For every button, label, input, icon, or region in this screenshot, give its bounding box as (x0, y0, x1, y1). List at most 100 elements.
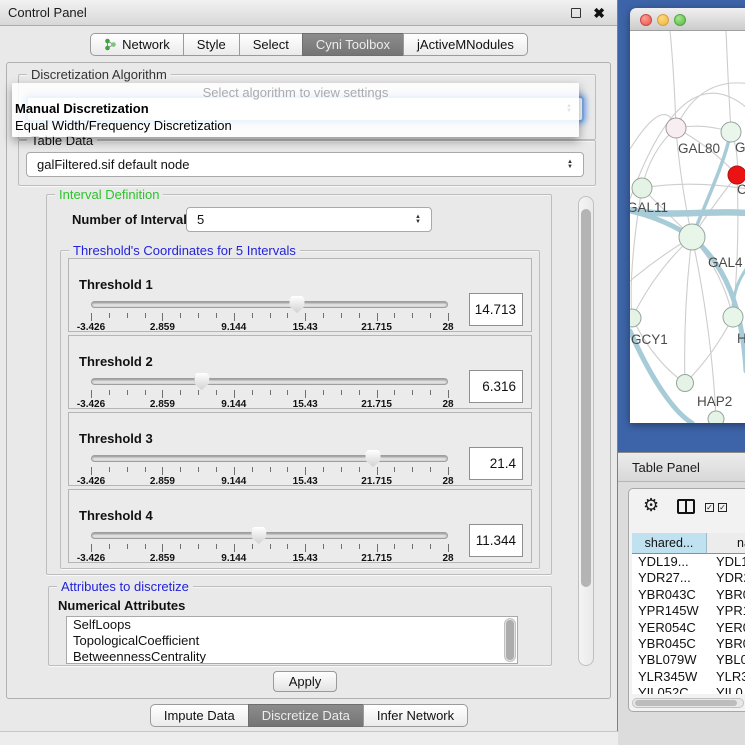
network-node[interactable] (708, 411, 724, 423)
discretization-algorithm-label: Discretization Algorithm (27, 67, 171, 82)
select-all-checkbox-icon[interactable]: ✓ (718, 503, 727, 512)
attributes-group-label: Attributes to discretize (57, 579, 193, 594)
attributes-scrollbar-thumb[interactable] (506, 620, 514, 660)
content-scrollbar-thumb[interactable] (581, 209, 591, 587)
table-row[interactable]: YDL19...YDL1 (632, 554, 745, 570)
tick-mark (394, 467, 395, 472)
apply-button[interactable]: Apply (273, 671, 337, 692)
tick-mark (448, 544, 449, 552)
tab-cyni-toolbox[interactable]: Cyni Toolbox (302, 33, 404, 56)
table-row[interactable]: YBR045CYBR0 (632, 636, 745, 652)
table-body[interactable]: YDL19...YDL1YDR27...YDR2YBR043CYBR0YPR14… (632, 554, 745, 694)
tick-mark (109, 390, 110, 395)
tick-mark (270, 467, 271, 472)
tick-mark (162, 544, 163, 552)
float-window-icon[interactable] (571, 8, 581, 18)
table-row[interactable]: YBL079WYBL0 (632, 652, 745, 668)
network-edge[interactable] (685, 237, 692, 383)
tick-mark (216, 390, 217, 395)
close-icon[interactable]: ✖ (593, 4, 605, 22)
slider-track[interactable] (91, 455, 448, 462)
tick-mark (323, 544, 324, 549)
dropdown-option-equal-width[interactable]: Equal Width/Frequency Discretization (15, 118, 232, 135)
network-edge[interactable] (676, 83, 745, 128)
slider-scale-labels: -3.4262.8599.14415.4321.71528 (91, 553, 448, 565)
network-node-ga[interactable] (721, 122, 741, 142)
slider-handle[interactable] (366, 450, 381, 467)
threshold-3-slider[interactable]: -3.4262.8599.14415.4321.71528 (91, 455, 448, 487)
tick-mark (412, 313, 413, 318)
threshold-4-slider[interactable]: -3.4262.8599.14415.4321.71528 (91, 532, 448, 564)
network-edge[interactable] (632, 237, 692, 318)
table-row[interactable]: YER054CYER0 (632, 620, 745, 636)
cell-shared-name: YBR045C (638, 636, 696, 652)
threshold-2-slider[interactable]: -3.4262.8599.14415.4321.71528 (91, 378, 448, 410)
threshold-1-value-field[interactable]: 14.713 (469, 293, 523, 326)
table-row[interactable]: YLR345WYLR3 (632, 669, 745, 685)
minimize-traffic-light-icon[interactable] (657, 14, 669, 26)
threshold-2-value-field[interactable]: 6.316 (469, 370, 523, 403)
tab-network[interactable]: Network (90, 33, 184, 56)
tick-mark (198, 544, 199, 549)
tab-discretize-data[interactable]: Discretize Data (248, 704, 364, 727)
tab-style[interactable]: Style (183, 33, 240, 56)
content-scrollbar[interactable] (578, 196, 594, 666)
table-row[interactable]: YDR27...YDR2 (632, 570, 745, 586)
tick-mark (377, 544, 378, 552)
dropdown-hint-item[interactable]: Select algorithm to view settings (12, 85, 579, 101)
tab-infer-network[interactable]: Infer Network (363, 704, 468, 727)
tick-mark (359, 390, 360, 395)
network-edge[interactable] (670, 31, 676, 128)
zoom-traffic-light-icon[interactable] (674, 14, 686, 26)
table-horizontal-scrollbar[interactable] (632, 698, 744, 708)
tab-jactivemnodules[interactable]: jActiveMNodules (403, 33, 528, 56)
threshold-4-value-field[interactable]: 11.344 (469, 524, 523, 557)
table-row[interactable]: YPR145WYPR1 (632, 603, 745, 619)
network-node-gal80[interactable] (666, 118, 686, 138)
number-of-intervals-combobox[interactable]: 5 ▲▼ (186, 207, 432, 232)
network-node-gal4[interactable] (679, 224, 705, 250)
numerical-attributes-list[interactable]: SelfLoopsTopologicalCoefficientBetweenne… (66, 616, 518, 664)
slider-track[interactable] (91, 532, 448, 539)
threshold-1-slider[interactable]: -3.4262.8599.14415.4321.71528 (91, 301, 448, 333)
table-row[interactable]: YIL052CYIL0 (632, 685, 745, 694)
slider-scale-labels: -3.4262.8599.14415.4321.71528 (91, 399, 448, 411)
tick-mark (216, 313, 217, 318)
slider-handle[interactable] (251, 527, 266, 544)
table-scrollbar-thumb[interactable] (635, 700, 737, 706)
network-node-gcy1[interactable] (630, 309, 641, 327)
slider-handle[interactable] (290, 296, 305, 313)
network-canvas[interactable]: GAL80GACGAL11GAL4GCY1HHAP2 (630, 31, 745, 423)
table-row[interactable]: YBR043CYBR0 (632, 587, 745, 603)
network-node-hap2[interactable] (677, 375, 694, 392)
network-graph: GAL80GACGAL11GAL4GCY1HHAP2 (630, 31, 745, 423)
threshold-3-value-field[interactable]: 21.4 (469, 447, 523, 480)
top-tab-bar: NetworkStyleSelectCyni ToolboxjActiveMNo… (0, 33, 618, 56)
table-data-combobox[interactable]: galFiltered.sif default node ▲▼ (26, 152, 584, 177)
tab-impute-data[interactable]: Impute Data (150, 704, 249, 727)
network-window-titlebar (630, 8, 745, 31)
attribute-item[interactable]: SelfLoops (67, 617, 517, 633)
tab-select[interactable]: Select (239, 33, 303, 56)
slider-handle[interactable] (194, 373, 209, 390)
cell-shared-name: YDL19... (638, 554, 689, 570)
attributes-scrollbar[interactable] (504, 618, 516, 662)
gear-icon[interactable]: ⚙ (643, 495, 659, 516)
network-edge[interactable] (685, 317, 733, 383)
attribute-item[interactable]: TopologicalCoefficient (67, 633, 517, 649)
scale-label: 28 (442, 322, 453, 333)
close-traffic-light-icon[interactable] (640, 14, 652, 26)
dropdown-option-manual-discretization[interactable]: Manual Discretization (15, 101, 149, 118)
combo-arrows-icon: ▲▼ (415, 215, 421, 225)
tick-mark (430, 390, 431, 395)
network-edge[interactable] (726, 31, 731, 132)
column-header-shared-name[interactable]: shared... (632, 533, 707, 554)
slider-track[interactable] (91, 301, 448, 308)
network-node-h[interactable] (723, 307, 743, 327)
slider-track[interactable] (91, 378, 448, 385)
column-header-name[interactable]: na (707, 533, 745, 554)
attribute-item[interactable]: BetweennessCentrality (67, 649, 517, 664)
select-checkbox-icon[interactable]: ✓ (705, 503, 714, 512)
split-columns-icon[interactable] (677, 499, 695, 514)
network-node-gal11[interactable] (632, 178, 652, 198)
